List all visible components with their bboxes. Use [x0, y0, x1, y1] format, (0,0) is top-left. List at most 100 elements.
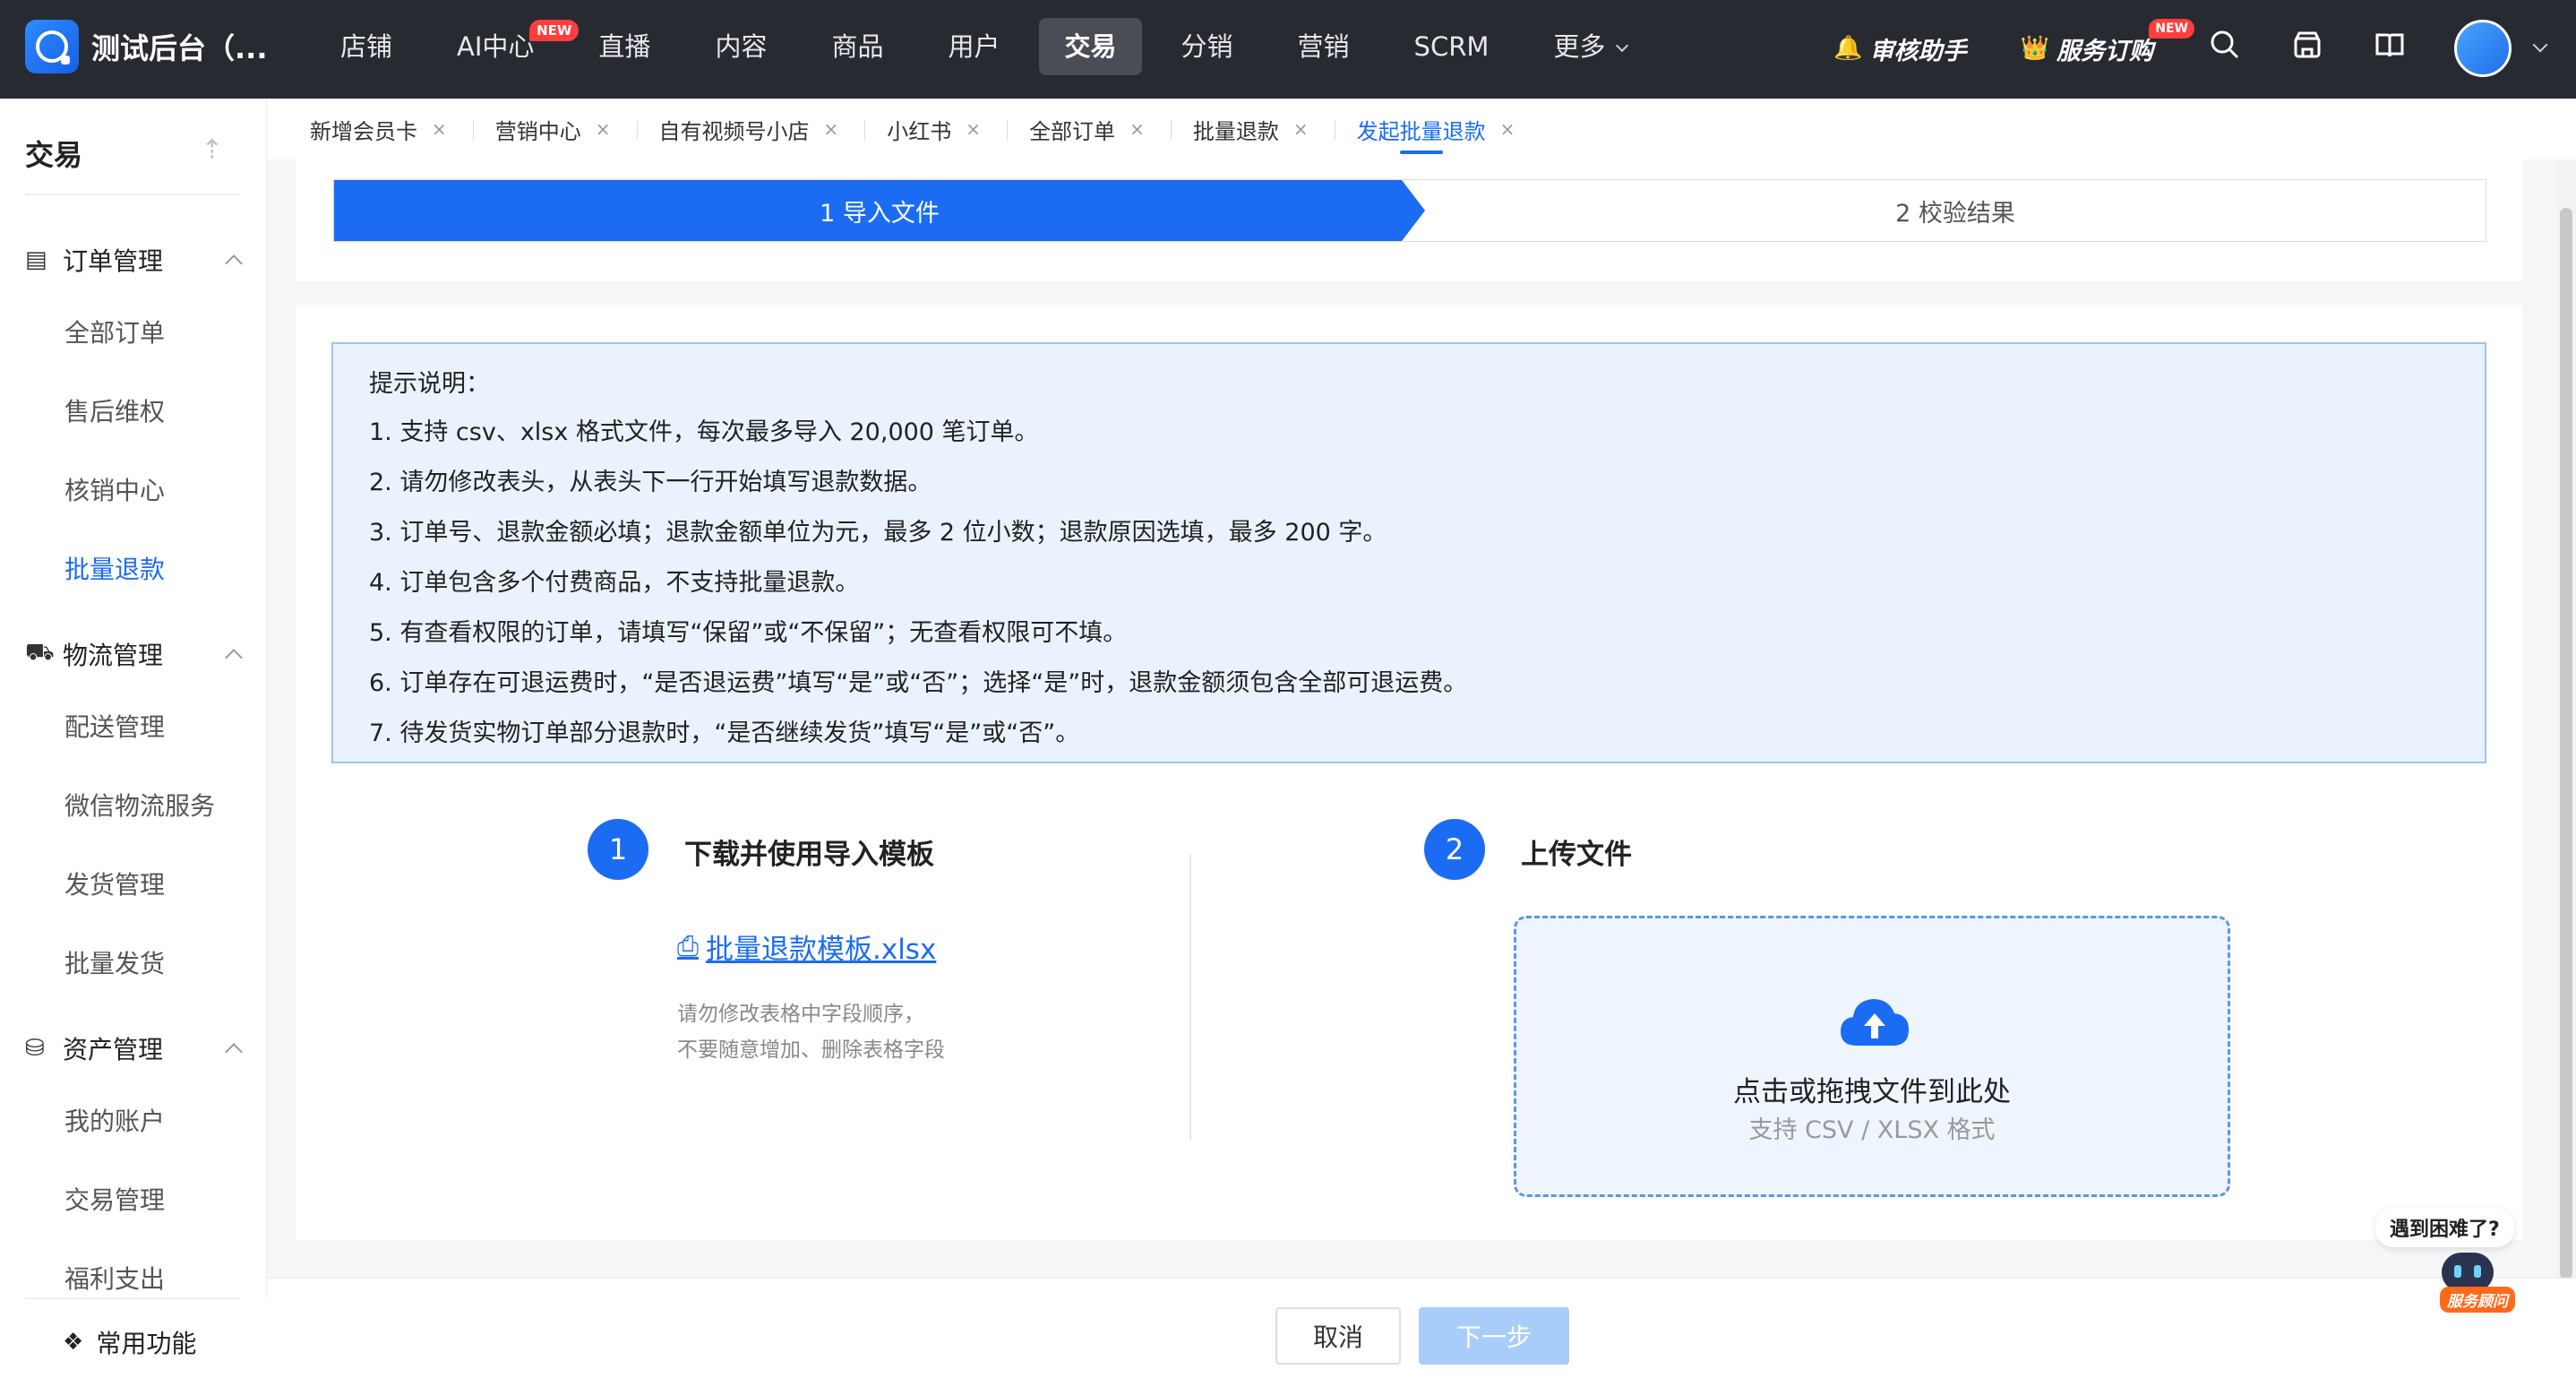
cloud-upload-icon — [1841, 999, 1909, 1046]
close-icon[interactable]: × — [966, 118, 981, 140]
chevron-down-icon — [1616, 39, 1629, 53]
new-badge: NEW — [529, 20, 580, 41]
sidebar-group-order[interactable]: ▤ 订单管理 — [25, 242, 243, 278]
active-tab-indicator — [1399, 151, 1443, 154]
sidebar-item-batch-refund[interactable]: 批量退款 — [64, 550, 165, 586]
nav-item-ai[interactable]: AI中心 NEW — [432, 18, 580, 75]
close-icon[interactable]: × — [1293, 118, 1309, 140]
bottom-action-bar: 取消 下一步 — [267, 1278, 2576, 1387]
close-icon[interactable]: × — [432, 118, 447, 140]
brand-logo — [25, 20, 79, 73]
service-helper[interactable]: 遇到困难了? 服务顾问 — [2375, 1208, 2515, 1313]
brand-title: 测试后台（... — [91, 31, 268, 65]
template-note: 不要随意增加、删除表格字段 — [677, 1038, 945, 1062]
search-icon[interactable] — [2207, 30, 2243, 68]
section-divider — [1189, 855, 1191, 1140]
step-number-badge: 1 — [588, 819, 648, 880]
upload-main-text: 点击或拖拽文件到此处 — [1733, 1076, 2011, 1108]
tab-batch-refund[interactable]: 批量退款 × — [1193, 99, 1335, 159]
tip-item: 4. 订单包含多个付费商品，不支持批量退款。 — [369, 569, 860, 597]
asset-icon: ⛁ — [25, 1035, 45, 1062]
tab-xiaohongshu[interactable]: 小红书 × — [887, 99, 1008, 159]
step-number-badge: 2 — [1424, 819, 1485, 880]
chevron-down-icon[interactable] — [2532, 37, 2548, 53]
nav-item-live[interactable]: 直播 — [573, 18, 675, 75]
close-icon[interactable]: × — [596, 118, 611, 140]
sidebar-item-verification[interactable]: 核销中心 — [64, 471, 165, 507]
nav-item-distribution[interactable]: 分销 — [1156, 18, 1258, 75]
divider — [25, 194, 240, 195]
next-step-button[interactable]: 下一步 — [1419, 1307, 1569, 1365]
file-upload-dropzone[interactable]: 点击或拖拽文件到此处 支持 CSV / XLSX 格式 — [1514, 916, 2230, 1197]
sidebar-item-trade-manage[interactable]: 交易管理 — [64, 1181, 165, 1217]
page-tabs: 新增会员卡 × 营销中心 × 自有视频号小店 × 小红书 × 全部订单 × 批量退款 × 发… — [267, 99, 2576, 159]
nav-item-marketing[interactable]: 营销 — [1273, 18, 1375, 75]
divider — [25, 1297, 240, 1299]
common-functions-button[interactable]: ❖ 常用功能 — [63, 1324, 196, 1360]
nav-item-content[interactable]: 内容 — [690, 18, 792, 75]
template-note: 请勿修改表格中字段顺序， — [677, 1003, 924, 1026]
scrollbar-thumb[interactable] — [2560, 208, 2572, 1279]
tab-marketing-center[interactable]: 营销中心 × — [495, 99, 638, 159]
steps-indicator: 1 导入文件 2 校验结果 — [333, 179, 2486, 242]
sidebar-item-welfare[interactable]: 福利支出 — [64, 1260, 165, 1296]
brand[interactable]: 测试后台（... — [25, 20, 267, 73]
tips-title: 提示说明： — [369, 370, 490, 398]
sidebar-item-shipping[interactable]: 发货管理 — [64, 866, 165, 901]
tip-item: 3. 订单号、退款金额必填；退款金额单位为元，最多 2 位小数；退款原因选填，最… — [369, 519, 1387, 547]
tab-start-batch-refund[interactable]: 发起批量退款 × — [1357, 99, 1542, 159]
crown-icon: 👑 — [2020, 35, 2049, 62]
nav-item-goods[interactable]: 商品 — [806, 18, 908, 75]
sidebar-footer: ❖ 常用功能 — [0, 1297, 267, 1387]
nav-item-shop[interactable]: 店铺 — [315, 18, 417, 75]
tip-item: 1. 支持 csv、xlsx 格式文件，每次最多导入 20,000 笔订单。 — [369, 418, 1039, 446]
sidebar-item-all-orders[interactable]: 全部订单 — [64, 314, 165, 349]
nav-item-trade[interactable]: 交易 — [1039, 18, 1142, 75]
pin-icon[interactable]: ⇡ — [201, 134, 223, 166]
order-icon: ▤ — [25, 246, 47, 273]
sidebar-item-delivery[interactable]: 配送管理 — [64, 708, 165, 744]
nav-item-users[interactable]: 用户 — [923, 18, 1025, 75]
new-badge: NEW — [2149, 18, 2194, 39]
bell-icon: 🔔 — [1833, 35, 1863, 62]
helper-bubble: 遇到困难了? — [2375, 1208, 2514, 1247]
download-section-title: 下载并使用导入模板 — [684, 839, 934, 871]
sidebar-item-wechat-logistics[interactable]: 微信物流服务 — [64, 787, 215, 823]
close-icon[interactable]: × — [1129, 118, 1145, 140]
service-order-button[interactable]: 👑 服务订购 NEW — [2020, 18, 2194, 66]
sidebar-item-after-sales[interactable]: 售后维权 — [64, 392, 165, 428]
chevron-up-icon — [225, 649, 243, 667]
tip-item: 2. 请勿修改表头，从表头下一行开始填写退款数据。 — [369, 469, 932, 496]
tab-video-shop[interactable]: 自有视频号小店 × — [659, 99, 866, 159]
helper-tag: 服务顾问 — [2440, 1287, 2515, 1313]
tab-all-orders[interactable]: 全部订单 × — [1029, 99, 1172, 159]
sidebar-item-batch-shipping[interactable]: 批量发货 — [64, 944, 165, 980]
sidebar-item-my-account[interactable]: 我的账户 — [64, 1102, 165, 1138]
tip-item: 6. 订单存在可退运费时，“是否退运费”填写“是”或“否”；选择“是”时，退款金… — [369, 669, 1468, 697]
sidebar-group-logistics[interactable]: ⛟ 物流管理 — [25, 636, 243, 672]
main-nav: 店铺 AI中心 NEW 直播 内容 商品 用户 交易 分销 营销 SCRM 更多 — [315, 18, 1666, 75]
truck-icon: ⛟ — [25, 639, 55, 666]
close-icon[interactable]: × — [824, 118, 839, 140]
top-navbar: 测试后台（... 店铺 AI中心 NEW 直播 内容 商品 用户 交易 分销 营销… — [0, 0, 2576, 99]
close-icon[interactable]: × — [1500, 118, 1516, 140]
sidebar-group-assets[interactable]: ⛁ 资产管理 — [25, 1030, 243, 1066]
tip-item: 5. 有查看权限的订单，请填写“保留”或“不保留”；无查看权限可不填。 — [369, 619, 1128, 647]
review-helper-button[interactable]: 🔔 审核助手 — [1833, 31, 1966, 66]
avatar[interactable] — [2454, 20, 2512, 77]
chevron-up-icon — [225, 254, 243, 272]
book-icon[interactable] — [2372, 30, 2408, 68]
chevron-up-icon — [225, 1043, 243, 1061]
step-validation-result: 2 校验结果 — [1895, 199, 2015, 228]
tip-item: 7. 待发货实物订单部分退款时，“是否继续发货”填写“是”或“否”。 — [369, 719, 1080, 747]
template-download-link[interactable]: ⎙ 批量退款模板.xlsx — [677, 926, 936, 967]
cancel-button[interactable]: 取消 — [1275, 1307, 1401, 1365]
tab-new-member-card[interactable]: 新增会员卡 × — [310, 99, 474, 159]
step-import-file: 1 导入文件 — [334, 180, 1425, 241]
top-right-tools: 🔔 审核助手 👑 服务订购 NEW — [1833, 16, 2548, 81]
sidebar-title: 交易 — [25, 138, 83, 172]
nav-item-scrm[interactable]: SCRM — [1389, 18, 1515, 75]
sidebar: 交易 ⇡ ▤ 订单管理 全部订单 售后维权 核销中心 批量退款 ⛟ 物流管理 配送管… — [0, 99, 267, 1387]
store-icon[interactable] — [2289, 30, 2325, 68]
nav-item-more[interactable]: 更多 — [1528, 18, 1652, 75]
